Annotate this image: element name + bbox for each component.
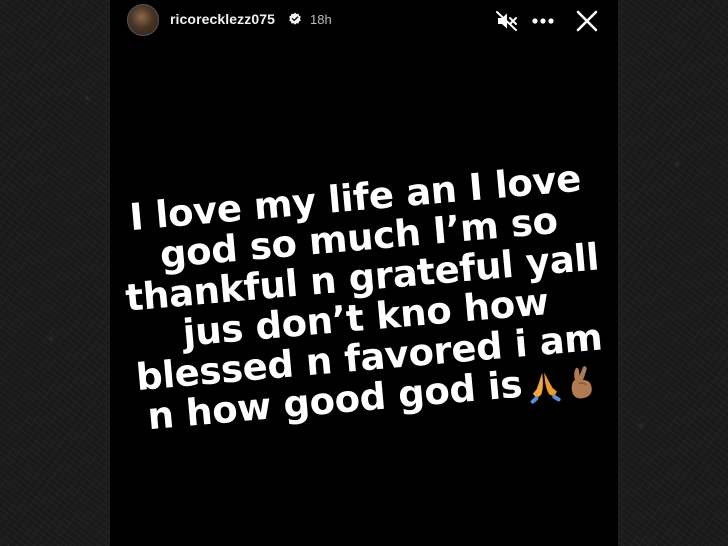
close-icon[interactable] (574, 8, 600, 34)
username[interactable]: ricorecklezz075 (170, 11, 275, 27)
crossed-fingers-emoji (571, 365, 592, 398)
story-header: ricorecklezz075 18h (110, 0, 618, 44)
praying-hands-emoji (530, 372, 561, 404)
verified-badge-icon (289, 12, 301, 25)
story-text: I love my life an I love god so much I’m… (108, 157, 619, 439)
timestamp: 18h (310, 12, 332, 27)
story-viewer[interactable]: ricorecklezz075 18h I love my life an I … (110, 0, 618, 546)
avatar[interactable] (127, 4, 159, 36)
more-options-icon[interactable] (530, 8, 556, 34)
speaker-muted-icon[interactable] (494, 8, 520, 34)
